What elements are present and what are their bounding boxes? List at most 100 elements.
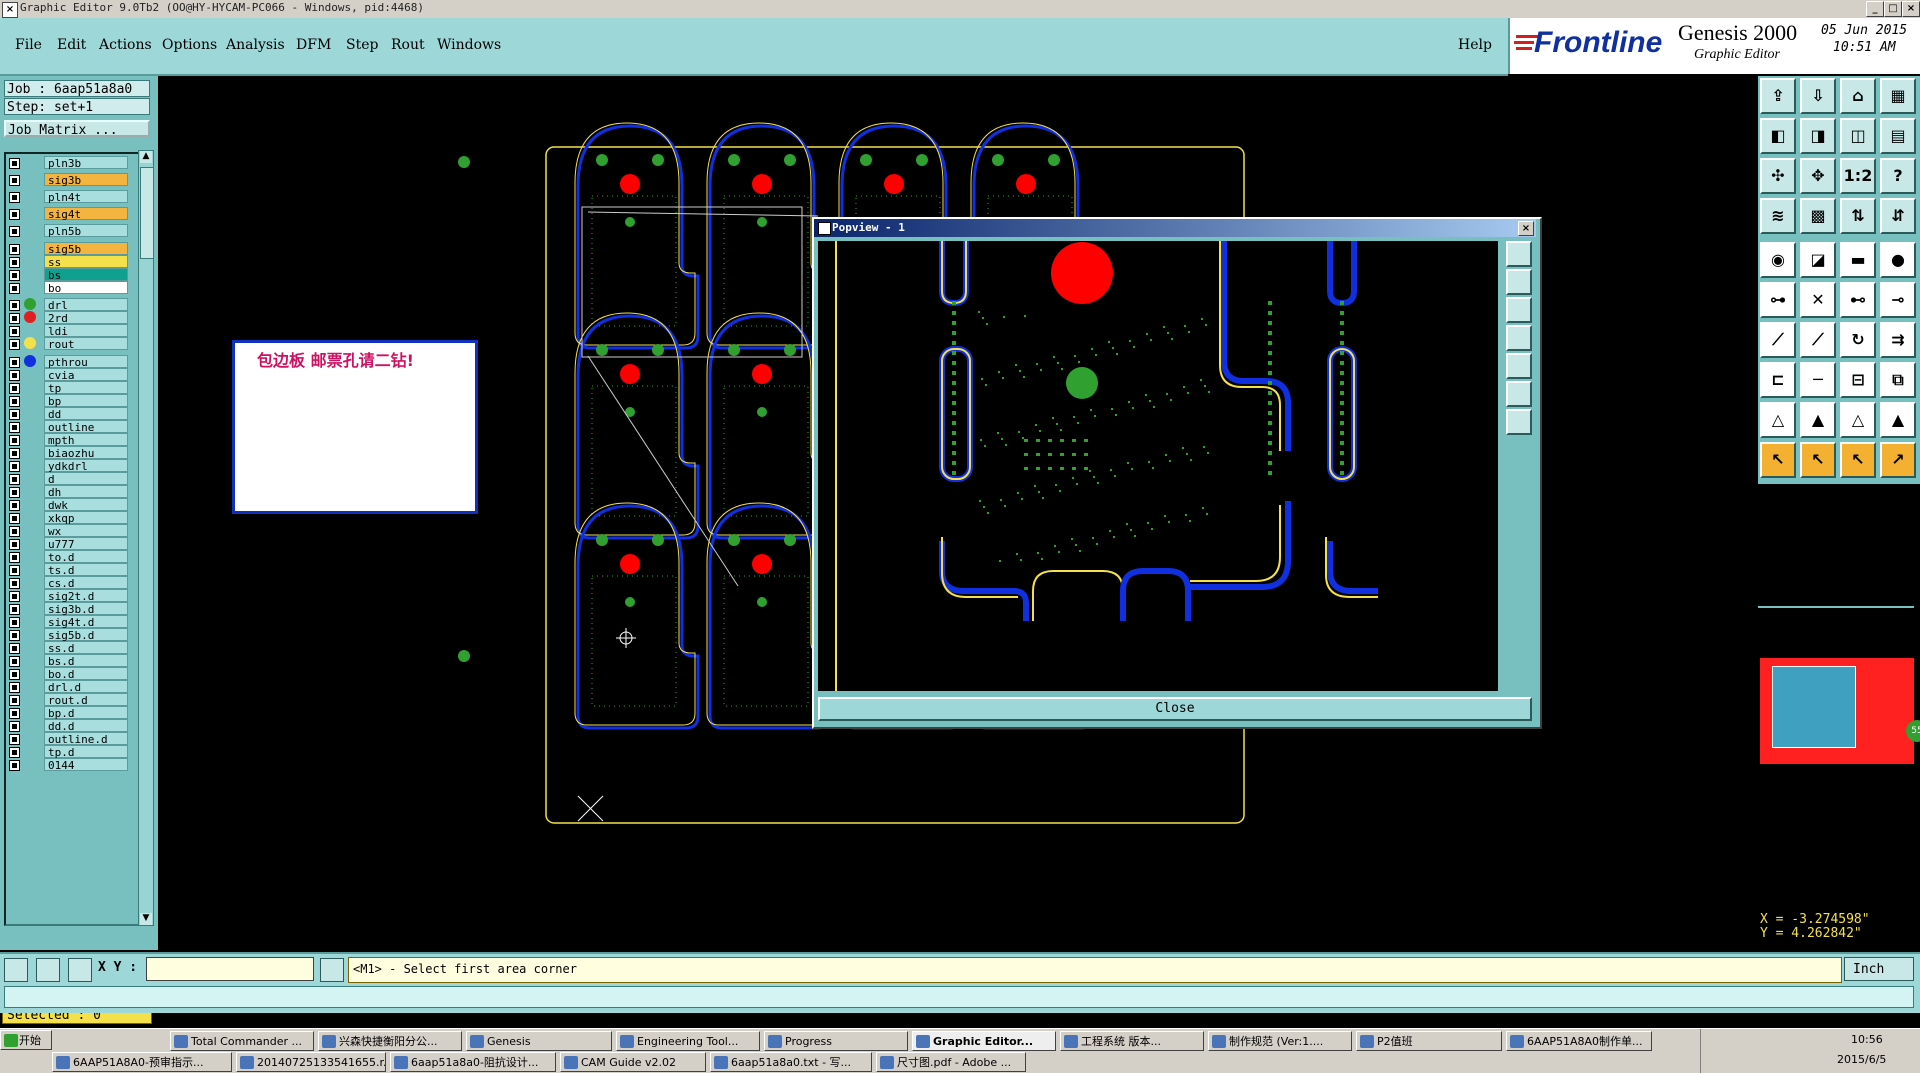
layer-checkbox[interactable] xyxy=(9,617,20,628)
layer-name[interactable]: dd xyxy=(44,407,128,421)
layer-row[interactable]: 2rd xyxy=(6,311,128,325)
layer-checkbox[interactable] xyxy=(9,721,20,732)
layer-color-swatch[interactable] xyxy=(24,719,36,731)
layer-name[interactable]: pthrou xyxy=(44,355,128,369)
layer-color-swatch[interactable] xyxy=(24,381,36,393)
taskbar-button[interactable]: 工程系统 版本... xyxy=(1060,1031,1204,1051)
layer-name[interactable]: 2rd xyxy=(44,311,128,325)
layer-checkbox[interactable] xyxy=(9,435,20,446)
layer-list[interactable]: pln3b sig3b pln4t sig4t pln5b sig5b ss bs bo drl 2… xyxy=(4,152,141,926)
layer-row[interactable]: tp xyxy=(6,381,128,395)
layer-row[interactable]: bp xyxy=(6,394,128,408)
layer-row[interactable]: drl xyxy=(6,298,128,312)
layer-checkbox[interactable] xyxy=(9,565,20,576)
layer-icon[interactable]: ≋ xyxy=(1760,198,1796,234)
layer-checkbox[interactable] xyxy=(9,539,20,550)
layer-row[interactable]: xkqp xyxy=(6,511,128,525)
layer-row[interactable]: bs.d xyxy=(6,654,128,668)
minimize-button[interactable]: _ xyxy=(1866,1,1884,17)
taskbar-button[interactable]: Total Commander ... xyxy=(170,1031,314,1051)
layer-checkbox[interactable] xyxy=(9,283,20,294)
grid-icon[interactable]: ▩ xyxy=(1800,198,1836,234)
layer-name[interactable]: sig4t.d xyxy=(44,615,128,629)
layer-checkbox[interactable] xyxy=(9,270,20,281)
layer-row[interactable]: mpth xyxy=(6,433,128,447)
scroll-thumb[interactable] xyxy=(140,167,154,259)
layer-row[interactable]: sig2t.d xyxy=(6,589,128,603)
maximize-button[interactable]: □ xyxy=(1884,1,1902,17)
arrow-icon[interactable]: ↗ xyxy=(1880,442,1916,478)
layer-color-swatch[interactable] xyxy=(24,394,36,406)
popview-tool-3-icon[interactable] xyxy=(1506,297,1532,323)
layer-color-swatch[interactable] xyxy=(24,602,36,614)
help-icon[interactable]: ? xyxy=(1880,158,1916,194)
command-input[interactable] xyxy=(4,986,1914,1008)
layer-row[interactable]: ldi xyxy=(6,324,128,338)
layer-name[interactable]: drl.d xyxy=(44,680,128,694)
layer-name[interactable]: dd.d xyxy=(44,719,128,733)
layer-name[interactable]: rout xyxy=(44,337,128,351)
layer-name[interactable]: pln4t xyxy=(44,190,128,204)
point-icon[interactable]: ↖ xyxy=(1840,442,1876,478)
layer-row[interactable]: sig5b xyxy=(6,242,128,256)
taskbar-button[interactable]: 6aap51a8a0.txt - 写... xyxy=(710,1052,872,1072)
layer-color-swatch[interactable] xyxy=(24,337,36,349)
taskbar-button[interactable]: 6AAP51A8A0制作单... xyxy=(1506,1031,1652,1051)
swap-icon[interactable]: ⇅ xyxy=(1840,198,1876,234)
layer-checkbox[interactable] xyxy=(9,643,20,654)
layer-color-swatch[interactable] xyxy=(24,615,36,627)
units-selector[interactable]: Inch xyxy=(1844,957,1914,981)
layer-color-swatch[interactable] xyxy=(24,745,36,757)
layer-name[interactable]: drl xyxy=(44,298,128,312)
layer-name[interactable]: bp.d xyxy=(44,706,128,720)
layer-color-swatch[interactable] xyxy=(24,485,36,497)
layer-name[interactable]: tp xyxy=(44,381,128,395)
layer-color-swatch[interactable] xyxy=(24,298,36,310)
layer-checkbox[interactable] xyxy=(9,158,20,169)
layer-color-swatch[interactable] xyxy=(24,667,36,679)
layer-color-swatch[interactable] xyxy=(24,311,36,323)
split-icon[interactable]: ◫ xyxy=(1840,118,1876,154)
layer-row[interactable]: dwk xyxy=(6,498,128,512)
menu-dfm[interactable]: DFM xyxy=(296,37,331,53)
layer-name[interactable]: sig3b xyxy=(44,173,128,187)
info-icon[interactable] xyxy=(320,958,344,982)
layer-row[interactable]: ss xyxy=(6,255,128,269)
layer-checkbox[interactable] xyxy=(9,192,20,203)
layer-row[interactable]: cs.d xyxy=(6,576,128,590)
right-panel-icon[interactable]: ◨ xyxy=(1800,118,1836,154)
layer-color-swatch[interactable] xyxy=(24,255,36,267)
layer-checkbox[interactable] xyxy=(9,409,20,420)
layer-color-swatch[interactable] xyxy=(24,407,36,419)
layer-name[interactable]: sig5b.d xyxy=(44,628,128,642)
layer-name[interactable]: mpth xyxy=(44,433,128,447)
layer-row[interactable]: u777 xyxy=(6,537,128,551)
job-matrix-button[interactable]: Job Matrix ... xyxy=(4,120,150,138)
close-window-button[interactable]: × xyxy=(1902,1,1920,17)
layer-checkbox[interactable] xyxy=(9,487,20,498)
layer-row[interactable]: pln5b xyxy=(6,224,128,238)
layer-color-swatch[interactable] xyxy=(24,693,36,705)
layer-checkbox[interactable] xyxy=(9,695,20,706)
layer-row[interactable]: bp.d xyxy=(6,706,128,720)
layer-checkbox[interactable] xyxy=(9,175,20,186)
layer-name[interactable]: bo.d xyxy=(44,667,128,681)
layer-row[interactable]: bo xyxy=(6,281,128,295)
layer-row[interactable]: cvia xyxy=(6,368,128,382)
layer-color-swatch[interactable] xyxy=(24,472,36,484)
xy-input[interactable] xyxy=(146,957,314,981)
layer-color-swatch[interactable] xyxy=(24,576,36,588)
layer-checkbox[interactable] xyxy=(9,244,20,255)
layer-name[interactable]: tp.d xyxy=(44,745,128,759)
layer-name[interactable]: bo xyxy=(44,281,128,295)
layer-row[interactable]: sig5b.d xyxy=(6,628,128,642)
layer-checkbox[interactable] xyxy=(9,313,20,324)
layer-color-swatch[interactable] xyxy=(24,628,36,640)
overview-map[interactable] xyxy=(1760,658,1914,764)
layer-checkbox[interactable] xyxy=(9,448,20,459)
taskbar-button[interactable]: 6AAP51A8A0-预审指示... xyxy=(52,1052,232,1072)
layer-row[interactable]: drl.d xyxy=(6,680,128,694)
taskbar-button[interactable]: 制作规范 (Ver:1.... xyxy=(1208,1031,1352,1051)
layer-name[interactable]: ts.d xyxy=(44,563,128,577)
popview-title[interactable]: Popview - 1 xyxy=(814,219,1536,237)
